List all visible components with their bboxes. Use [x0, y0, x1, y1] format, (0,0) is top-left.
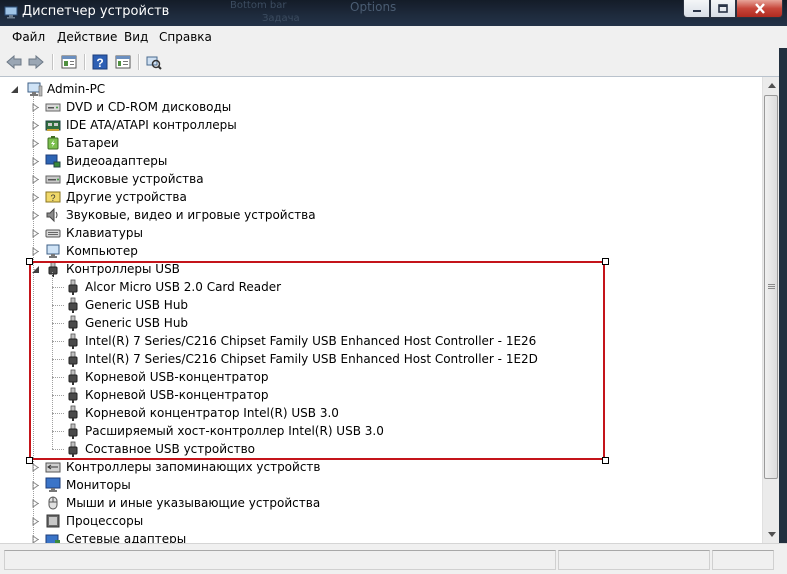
help-button[interactable]: ?	[90, 52, 110, 72]
resize-handle	[26, 258, 33, 265]
computer-icon	[27, 82, 43, 97]
collapse-arrow-icon[interactable]	[10, 85, 19, 94]
tree-category-label: Дисковые устройства	[66, 172, 204, 186]
selection-outline	[29, 261, 605, 460]
background-tab-1: Bottom bar	[230, 0, 287, 11]
background-tab-0: Оptions	[350, 0, 397, 14]
svg-text:?: ?	[96, 56, 103, 70]
toolbar-separator	[138, 54, 140, 70]
storage-controller-icon	[45, 462, 61, 473]
tree-category-label: Звуковые, видео и игровые устройства	[66, 208, 316, 222]
menu-view[interactable]: Вид	[124, 30, 148, 44]
tree-category-label: Батареи	[66, 136, 119, 150]
keyboard-icon	[45, 229, 61, 238]
computer-icon	[46, 244, 60, 258]
svg-text:?: ?	[50, 193, 55, 203]
resize-handle	[602, 457, 609, 464]
status-cell-main	[4, 550, 556, 570]
back-button[interactable]	[4, 52, 24, 72]
scan-hardware-icon	[146, 56, 162, 70]
tree-category-label: DVD и CD-ROM дисководы	[66, 100, 232, 114]
resize-handle	[602, 258, 609, 265]
dvd-drive-icon	[45, 103, 61, 112]
tree-category-label: IDE ATA/ATAPI контроллеры	[66, 118, 237, 132]
mouse-icon	[48, 496, 58, 510]
properties-button[interactable]	[59, 52, 79, 72]
scroll-up-button[interactable]	[763, 77, 780, 94]
vertical-scrollbar[interactable]	[762, 77, 780, 543]
toolbar-separator	[52, 54, 54, 70]
tree-category-label: Видеоадаптеры	[66, 154, 168, 168]
other-devices-icon: ?	[45, 191, 61, 203]
window-title: Диспетчер устройств	[22, 4, 170, 19]
toolbar-separator	[84, 54, 86, 70]
properties-icon	[61, 55, 77, 69]
tree-category-label: Сетевые адаптеры	[66, 532, 187, 543]
network-adapter-icon	[45, 534, 60, 543]
maximize-button[interactable]	[710, 0, 736, 18]
tree-category-label: Мыши и иные указывающие устройства	[66, 496, 321, 510]
toolbar: ?	[0, 48, 787, 77]
menu-action[interactable]: Действие	[57, 30, 117, 44]
tree-category-label: Процессоры	[66, 514, 144, 528]
background-tab-2: Задача	[262, 13, 300, 24]
sound-icon	[46, 207, 58, 223]
resize-handle	[26, 457, 33, 464]
ide-controller-icon	[45, 120, 61, 131]
status-cell-tertiary	[712, 550, 774, 570]
status-bar	[0, 543, 787, 574]
tree-category-label: Мониторы	[66, 478, 131, 492]
title-bar[interactable]: Диспетчер устройств Bottom bar Задача Оp…	[0, 0, 787, 26]
scroll-grip	[768, 284, 775, 285]
display-adapter-icon	[45, 154, 61, 168]
disk-drive-icon	[45, 175, 61, 184]
processor-icon	[46, 514, 60, 528]
tree-category-label: Другие устройства	[66, 190, 187, 204]
tree-root-row[interactable]	[0, 80, 740, 98]
close-icon	[754, 3, 765, 14]
tree-category-label: Контроллеры запоминающих устройств	[66, 460, 321, 474]
scroll-down-button[interactable]	[763, 526, 780, 543]
scroll-thumb[interactable]	[764, 95, 778, 479]
minimize-button[interactable]	[683, 0, 710, 18]
window-frame-right	[779, 48, 787, 543]
arrow-down-icon	[767, 532, 776, 537]
menu-bar: Файл Действие Вид Справка	[0, 26, 787, 49]
device-manager-icon	[4, 6, 18, 19]
menu-file[interactable]: Файл	[12, 30, 45, 44]
status-cell-secondary	[558, 550, 710, 570]
arrow-up-icon	[767, 83, 776, 88]
console-tree-button[interactable]	[113, 52, 133, 72]
help-icon: ?	[92, 54, 108, 70]
monitor-icon	[45, 477, 61, 492]
back-arrow-icon	[6, 55, 22, 69]
menu-help[interactable]: Справка	[159, 30, 212, 44]
forward-button[interactable]	[26, 52, 46, 72]
console-tree-icon	[115, 55, 131, 69]
battery-icon	[47, 136, 59, 150]
minimize-icon	[692, 9, 701, 12]
tree-category-label: Клавиатуры	[66, 226, 143, 240]
device-manager-window: Диспетчер устройств Bottom bar Задача Оp…	[0, 0, 787, 574]
close-button[interactable]	[736, 0, 783, 18]
tree-category-label: Компьютер	[66, 244, 138, 258]
scan-hardware-button[interactable]	[144, 52, 164, 72]
scroll-grip	[768, 286, 775, 287]
tree-root-label: Admin-PC	[47, 82, 106, 96]
scroll-grip	[768, 288, 775, 289]
maximize-icon	[718, 4, 728, 13]
forward-arrow-icon	[28, 55, 44, 69]
